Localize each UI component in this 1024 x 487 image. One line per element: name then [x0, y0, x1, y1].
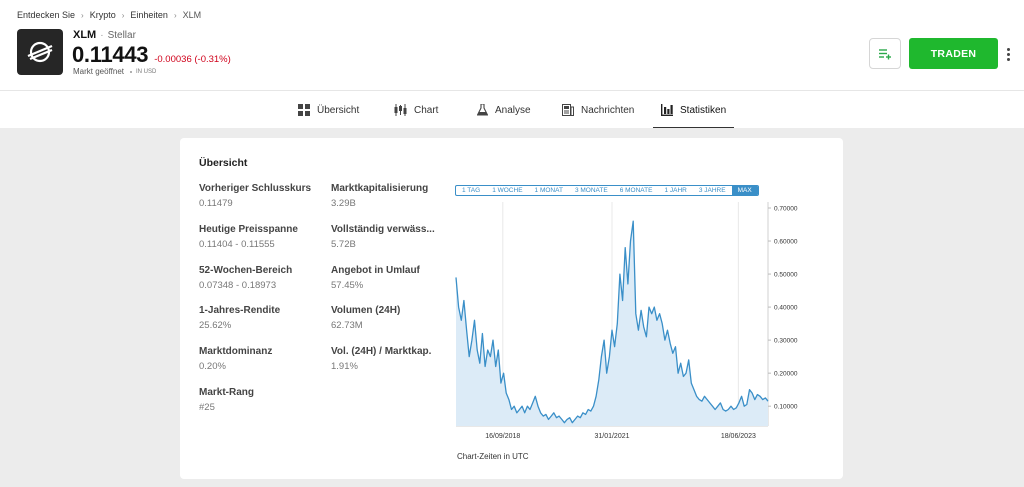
instrument-symbol: XLM: [73, 29, 97, 41]
stat-label: Vorheriger Schlusskurs: [199, 183, 312, 194]
stat-value: 5.72B: [331, 239, 356, 250]
range-1-week[interactable]: 1 WOCHE: [486, 186, 528, 195]
stat-value: 3.29B: [331, 198, 356, 209]
breadcrumb-discover[interactable]: Entdecken Sie: [17, 10, 75, 20]
y-tick-label: 0.40000: [774, 305, 798, 312]
stat-label: Marktdominanz: [199, 346, 273, 357]
range-1-year[interactable]: 1 JAHR: [658, 186, 692, 195]
tab-bar: Übersicht Chart Analyse Nachrichten Stat…: [0, 90, 1024, 129]
tab-analysis[interactable]: Analyse: [477, 91, 531, 129]
stat-circulating-supply: Angebot in Umlauf 57.45%: [331, 265, 439, 291]
stat-volume-market-cap: Vol. (24H) / Marktkap. 1.91%: [331, 346, 439, 372]
range-6-months[interactable]: 6 MONATE: [614, 186, 659, 195]
news-icon: [562, 104, 574, 116]
card-title: Übersicht: [199, 157, 248, 169]
tab-overview[interactable]: Übersicht: [298, 91, 359, 129]
tab-chart[interactable]: Chart: [394, 91, 438, 129]
x-tick-label: 31/01/2021: [594, 433, 629, 440]
tab-chart-label: Chart: [414, 104, 439, 116]
y-tick-label: 0.30000: [774, 338, 798, 345]
range-max[interactable]: MAX: [731, 186, 758, 195]
range-3-months[interactable]: 3 MONATE: [569, 186, 614, 195]
y-tick-label: 0.70000: [774, 206, 798, 213]
range-1-day[interactable]: 1 TAG: [456, 186, 486, 195]
stat-label: Volumen (24H): [331, 305, 401, 316]
price-change: -0.00036 (-0.31%): [154, 54, 231, 65]
stat-market-dominance: Marktdominanz 0.20%: [199, 346, 319, 372]
chart-timezone-note: Chart-Zeiten in UTC: [457, 452, 529, 461]
chevron-right-icon: ›: [173, 10, 177, 20]
tab-news[interactable]: Nachrichten: [562, 91, 634, 129]
tab-statistics[interactable]: Statistiken: [652, 91, 735, 129]
stat-value: #25: [199, 402, 215, 413]
x-tick-label: 18/06/2023: [721, 433, 756, 440]
stat-label: Vollständig verwäss...: [331, 224, 435, 235]
stellar-logo-icon: [17, 29, 63, 75]
stat-value: 62.73M: [331, 320, 363, 331]
stat-value: 1.91%: [331, 361, 358, 372]
stat-market-rank: Markt-Rang #25: [199, 387, 319, 413]
flask-icon: [477, 104, 488, 116]
stat-label: Marktkapitalisierung: [331, 183, 429, 194]
price-chart[interactable]: 16/09/2018 31/01/2021 18/06/2023 0.10000 0.2…: [450, 202, 830, 448]
market-status: Markt geöffnet IN USD: [73, 67, 156, 76]
currency-label: IN USD: [130, 69, 156, 75]
add-to-list-icon: [879, 48, 891, 59]
trade-button[interactable]: TRADEN: [909, 38, 998, 69]
stat-value: 0.07348 - 0.18973: [199, 280, 277, 291]
range-selector: 1 TAG 1 WOCHE 1 MONAT 3 MONATE 6 MONATE …: [455, 185, 759, 196]
range-3-years[interactable]: 3 JAHRE: [693, 186, 732, 195]
tab-statistics-label: Statistiken: [680, 104, 727, 116]
stat-previous-close: Vorheriger Schlusskurs 0.11479: [199, 183, 319, 209]
y-tick-label: 0.20000: [774, 371, 798, 378]
market-status-label: Markt geöffnet: [73, 67, 124, 76]
add-to-watchlist-button[interactable]: [869, 38, 901, 69]
stat-label: 1-Jahres-Rendite: [199, 305, 281, 316]
stat-label: Heutige Preisspanne: [199, 224, 298, 235]
chevron-right-icon: ›: [81, 10, 84, 20]
y-tick-label: 0.60000: [774, 239, 798, 246]
tab-overview-label: Übersicht: [317, 104, 360, 116]
price-row: 0.11443 -0.00036 (-0.31%): [72, 42, 231, 68]
candlestick-icon: [394, 104, 407, 116]
stat-value: 0.20%: [199, 361, 226, 372]
current-price: 0.11443: [72, 42, 149, 67]
y-tick-label: 0.50000: [774, 272, 798, 279]
stat-1-year-return: 1-Jahres-Rendite 25.62%: [199, 305, 319, 331]
breadcrumb-units[interactable]: Einheiten: [130, 10, 168, 20]
stat-label: 52-Wochen-Bereich: [199, 265, 293, 276]
stat-fully-diluted: Vollständig verwäss... 5.72B: [331, 224, 439, 250]
stat-value: 25.62%: [199, 320, 232, 331]
bar-chart-icon: [661, 104, 673, 116]
stat-day-range: Heutige Preisspanne 0.11404 - 0.11555: [199, 224, 319, 250]
statistics-card: Übersicht Vorheriger Schlusskurs 0.11479…: [180, 138, 843, 479]
stat-value: 0.11479: [199, 198, 233, 209]
stat-value: 57.45%: [331, 280, 364, 291]
stat-market-cap: Marktkapitalisierung 3.29B: [331, 183, 439, 209]
stat-52-week-range: 52-Wochen-Bereich 0.07348 - 0.18973: [199, 265, 319, 291]
more-vertical-icon[interactable]: [1003, 44, 1013, 64]
breadcrumb-crypto[interactable]: Krypto: [90, 10, 116, 20]
instrument-name: Stellar: [107, 30, 136, 41]
stat-label: Vol. (24H) / Marktkap.: [331, 346, 432, 357]
stat-label: Angebot in Umlauf: [331, 265, 420, 276]
instrument-title: XLM · Stellar: [73, 29, 136, 41]
stat-value: 0.11404 - 0.11555: [199, 239, 275, 250]
range-1-month[interactable]: 1 MONAT: [529, 186, 569, 195]
instrument-header: Entdecken Sie › Krypto › Einheiten › XLM…: [0, 0, 1024, 90]
stat-volume-24h: Volumen (24H) 62.73M: [331, 305, 439, 331]
y-tick-label: 0.10000: [774, 404, 798, 411]
breadcrumb-current: XLM: [182, 10, 202, 20]
stat-label: Markt-Rang: [199, 387, 255, 398]
x-tick-label: 16/09/2018: [485, 433, 520, 440]
breadcrumb: Entdecken Sie › Krypto › Einheiten › XLM: [17, 10, 201, 20]
tab-news-label: Nachrichten: [581, 104, 635, 116]
tab-analysis-label: Analyse: [495, 104, 531, 116]
separator-dot: ·: [100, 30, 104, 41]
chevron-right-icon: ›: [121, 10, 125, 20]
grid-icon: [298, 104, 310, 116]
